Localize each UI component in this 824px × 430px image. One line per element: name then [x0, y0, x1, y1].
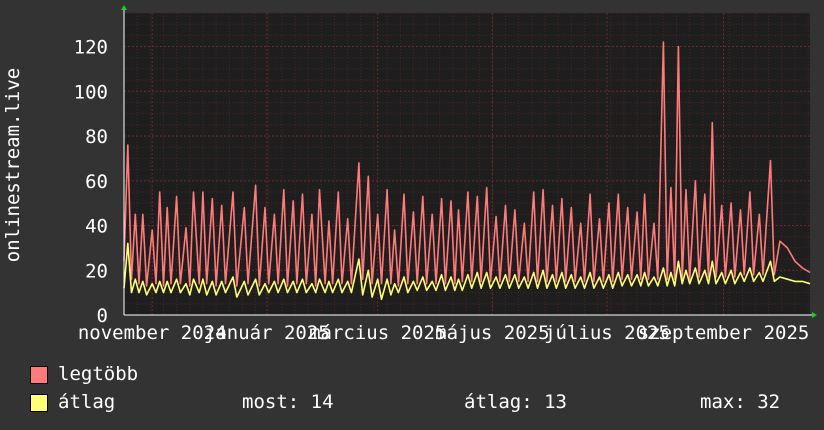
y-tick-label: 20: [85, 260, 108, 282]
chart-root: 0 20 40 60 80 100 120 november 2024 január 2025…: [0, 0, 824, 430]
y-tick-label: 40: [85, 216, 108, 238]
y-tick-label: 100: [74, 81, 108, 103]
chart-svg: 020406080100120 november 2024január 2025…: [2, 5, 817, 344]
legend-label-avg: átlag: [58, 391, 116, 413]
legend-row-max: legtöbb: [30, 362, 810, 386]
legend-row-avg: átlag most: 14 átlag: 13 max: 32: [30, 390, 810, 414]
x-tick-label: szeptember 2025: [638, 322, 810, 344]
stat-now: most: 14: [242, 391, 334, 413]
x-tick-label: május 2025: [435, 322, 549, 344]
y-tick-labels: 020406080100120: [74, 37, 108, 327]
x-axis-arrow: [812, 312, 817, 318]
legend-swatch-max: [30, 366, 48, 384]
y-axis-arrow: [121, 5, 127, 10]
stat-average: átlag: 13: [464, 391, 567, 413]
y-tick-label: 60: [85, 171, 108, 193]
legend-swatch-avg: [30, 394, 48, 412]
legend-label-max: legtöbb: [58, 363, 139, 385]
y-axis-label: onlinestream.live: [2, 68, 24, 262]
y-tick-label: 120: [74, 37, 108, 59]
y-tick-label: 80: [85, 126, 108, 148]
stat-max: max: 32: [700, 391, 781, 413]
x-tick-labels: november 2024január 2025március 2025máju…: [78, 322, 810, 344]
x-tick-label: március 2025: [309, 322, 446, 344]
